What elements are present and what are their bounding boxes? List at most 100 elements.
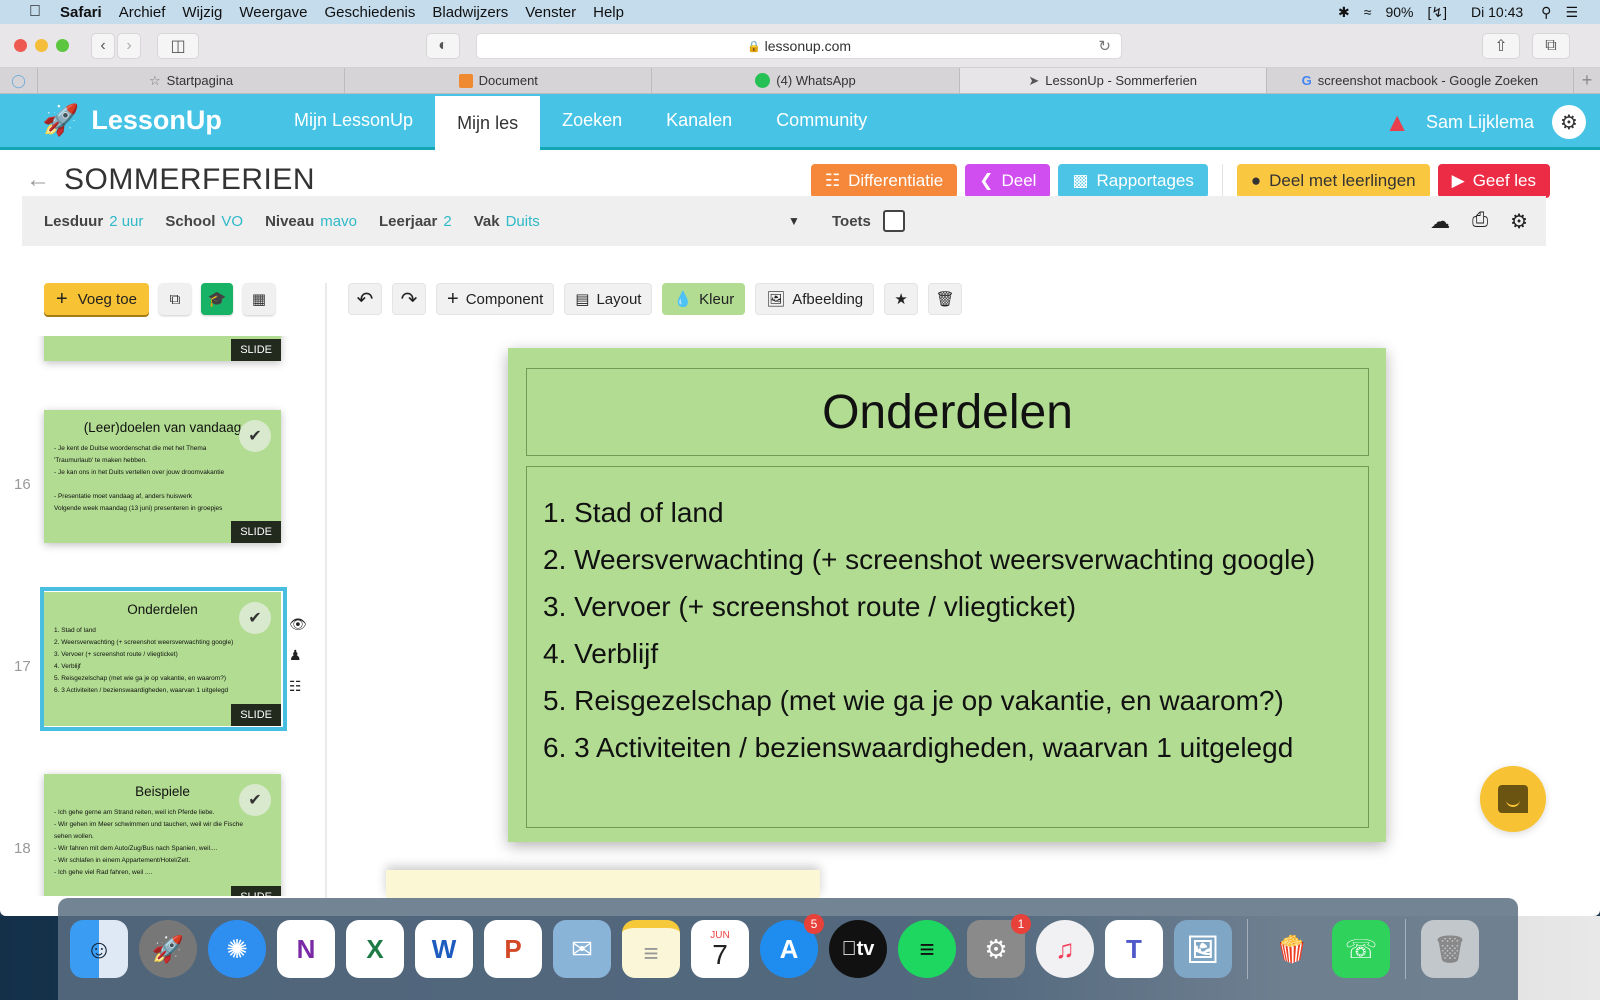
nav-kanalen[interactable]: Kanalen <box>644 93 754 149</box>
account-settings-button[interactable]: ⚙ <box>1552 105 1586 139</box>
browser-tab-lessonup[interactable]: ➤ LessonUp - Sommerferien <box>959 68 1267 93</box>
teacher-mode-button[interactable]: 🎓 <box>200 283 233 315</box>
notification-center-icon[interactable]: ☰ <box>1565 4 1578 21</box>
duplicate-button[interactable]: ⧉ <box>158 283 191 315</box>
geef-les-button[interactable]: ▶ Geef les <box>1437 164 1550 198</box>
notes-icon[interactable]: ≡ <box>622 920 680 978</box>
menu-venster[interactable]: Venster <box>525 4 576 21</box>
address-bar[interactable]: 🔒 lessonup.com ↻ <box>476 33 1122 59</box>
slide-canvas[interactable]: Onderdelen 1. Stad of land 2. Weersverwa… <box>508 348 1386 842</box>
meta-niveau[interactable]: Niveau mavo <box>265 213 357 230</box>
pinned-tab[interactable]: ◯ <box>0 68 38 93</box>
browser-tab-document[interactable]: Document <box>345 68 653 93</box>
privacy-report-button[interactable]: ◐ <box>426 33 460 59</box>
toets-toggle[interactable]: Toets <box>832 210 905 232</box>
lessonup-logo[interactable]: 🚀 LessonUp <box>42 103 272 138</box>
meta-lesduur[interactable]: Lesduur 2 uur <box>44 213 143 230</box>
forward-button[interactable]: › <box>117 32 141 59</box>
deel-button[interactable]: ❮ Deel <box>965 164 1051 198</box>
safari-icon[interactable]: ✺ <box>208 920 266 978</box>
menu-bladwijzers[interactable]: Bladwijzers <box>432 4 508 21</box>
trash-icon[interactable]: 🗑 <box>1421 920 1479 978</box>
student-icon[interactable]: ♟ <box>289 647 307 664</box>
browser-tab-startpagina[interactable]: ☆ Startpagina <box>38 68 346 93</box>
check-icon[interactable]: ✔ <box>239 420 271 452</box>
meta-leerjaar[interactable]: Leerjaar 2 <box>379 213 452 230</box>
nav-mijn-lessonup[interactable]: Mijn LessonUp <box>272 93 435 149</box>
share-button[interactable]: ⇧ <box>1482 33 1520 59</box>
spotlight-search-icon[interactable]: ⚲ <box>1541 4 1551 21</box>
slide-thumbnail[interactable]: SLIDE <box>44 336 281 361</box>
menu-wijzig[interactable]: Wijzig <box>182 4 222 21</box>
rapportages-button[interactable]: ▩ Rapportages <box>1058 164 1208 198</box>
tab-overview-button[interactable]: ⧉ <box>1532 33 1570 59</box>
show-sidebar-button[interactable]: ◫ <box>157 32 199 59</box>
slide-thumbnail[interactable]: Beispiele - Ich gehe gerne am Strand rei… <box>44 774 281 896</box>
afbeelding-button[interactable]: 🖼 Afbeelding <box>755 283 875 315</box>
deel-met-leerlingen-button[interactable]: ● Deel met leerlingen <box>1236 164 1430 198</box>
undo-button[interactable]: ↶ <box>348 283 382 315</box>
slide-title-textbox[interactable]: Onderdelen <box>526 368 1369 456</box>
menu-help[interactable]: Help <box>593 4 624 21</box>
app-store-icon[interactable]: A 5 <box>760 914 824 978</box>
slides-list[interactable]: SLIDE 16 (Leer)doelen van vandaag - Je k… <box>0 336 324 896</box>
wifi-icon[interactable]: ≈ <box>1364 4 1372 20</box>
mail-icon[interactable]: ✉ <box>553 920 611 978</box>
meta-dropdown-caret-icon[interactable]: ▼ <box>788 214 800 228</box>
nav-zoeken[interactable]: Zoeken <box>540 93 644 149</box>
minimize-window-button[interactable] <box>35 39 48 52</box>
nav-mijn-les[interactable]: Mijn les <box>435 95 541 155</box>
next-slide-preview[interactable] <box>386 870 820 898</box>
back-arrow-icon[interactable]: ← <box>26 166 50 194</box>
slide-body-textbox[interactable]: 1. Stad of land 2. Weersverwachting (+ s… <box>526 466 1369 828</box>
system-preferences-icon[interactable]: ⚙ 1 <box>967 914 1031 978</box>
hierarchy-icon[interactable]: ☷ <box>289 678 307 695</box>
teams-icon[interactable]: T <box>1105 920 1163 978</box>
apple-tv-icon[interactable]: tv <box>829 920 887 978</box>
excel-icon[interactable]: X <box>346 920 404 978</box>
facetime-icon[interactable]: ☏ <box>1332 920 1390 978</box>
finder-icon[interactable]: ☺ <box>70 920 128 978</box>
powerpoint-icon[interactable]: P <box>484 920 542 978</box>
bluetooth-icon[interactable]: ✱ <box>1338 4 1350 21</box>
slide-thumbnail-selected[interactable]: Onderdelen 1. Stad of land 2. Weersverwa… <box>44 592 281 726</box>
check-icon[interactable]: ✔ <box>239 602 271 634</box>
slide-thumbnail[interactable]: (Leer)doelen van vandaag - Je kent de Du… <box>44 410 281 543</box>
meta-school[interactable]: School VO <box>165 213 243 230</box>
toets-checkbox[interactable] <box>882 210 905 232</box>
component-button[interactable]: + Component <box>436 283 555 315</box>
onenote-icon[interactable]: N <box>277 920 335 978</box>
word-icon[interactable]: W <box>415 920 473 978</box>
menu-archief[interactable]: Archief <box>119 4 166 21</box>
panel-divider[interactable] <box>325 283 327 898</box>
zoom-window-button[interactable] <box>56 39 69 52</box>
reload-icon[interactable]: ↻ <box>1098 37 1111 55</box>
lesson-settings-gear-icon[interactable]: ⚙ <box>1510 209 1528 234</box>
nav-community[interactable]: Community <box>754 93 889 149</box>
calendar-icon[interactable]: JUN 7 <box>691 920 749 978</box>
support-chat-button[interactable] <box>1480 766 1546 832</box>
user-name[interactable]: Sam Lijklema <box>1426 112 1534 133</box>
print-icon[interactable]: ⎙ <box>1472 209 1488 234</box>
kleur-button[interactable]: 💧 Kleur <box>662 283 746 315</box>
clock[interactable]: Di 10:43 <box>1471 4 1523 20</box>
music-icon[interactable]: ♫ <box>1036 920 1094 978</box>
menu-app-name[interactable]: Safari <box>60 4 102 21</box>
eye-icon[interactable]: 👁 <box>289 616 307 633</box>
new-tab-button[interactable]: + <box>1574 68 1600 93</box>
delete-button[interactable]: 🗑 <box>928 283 963 315</box>
redo-button[interactable]: ↷ <box>392 283 426 315</box>
launchpad-icon[interactable]: 🚀 <box>139 920 197 978</box>
back-button[interactable]: ‹ <box>91 32 115 59</box>
browser-tab-google[interactable]: G screenshot macbook - Google Zoeken <box>1267 68 1575 93</box>
popcorn-time-icon[interactable]: 🍿 <box>1263 920 1321 978</box>
menu-weergave[interactable]: Weergave <box>239 4 307 21</box>
view-toggle-button[interactable]: ▦ <box>242 283 275 315</box>
differentiatie-button[interactable]: ☷ Differentiatie <box>810 164 958 198</box>
favorite-button[interactable]: ★ <box>884 283 919 315</box>
check-icon[interactable]: ✔ <box>239 784 271 816</box>
cloud-saved-icon[interactable]: ☁ <box>1430 209 1450 234</box>
layout-button[interactable]: ▤ Layout <box>564 283 653 315</box>
apple-menu-icon[interactable]:  <box>24 3 46 21</box>
close-window-button[interactable] <box>14 39 27 52</box>
